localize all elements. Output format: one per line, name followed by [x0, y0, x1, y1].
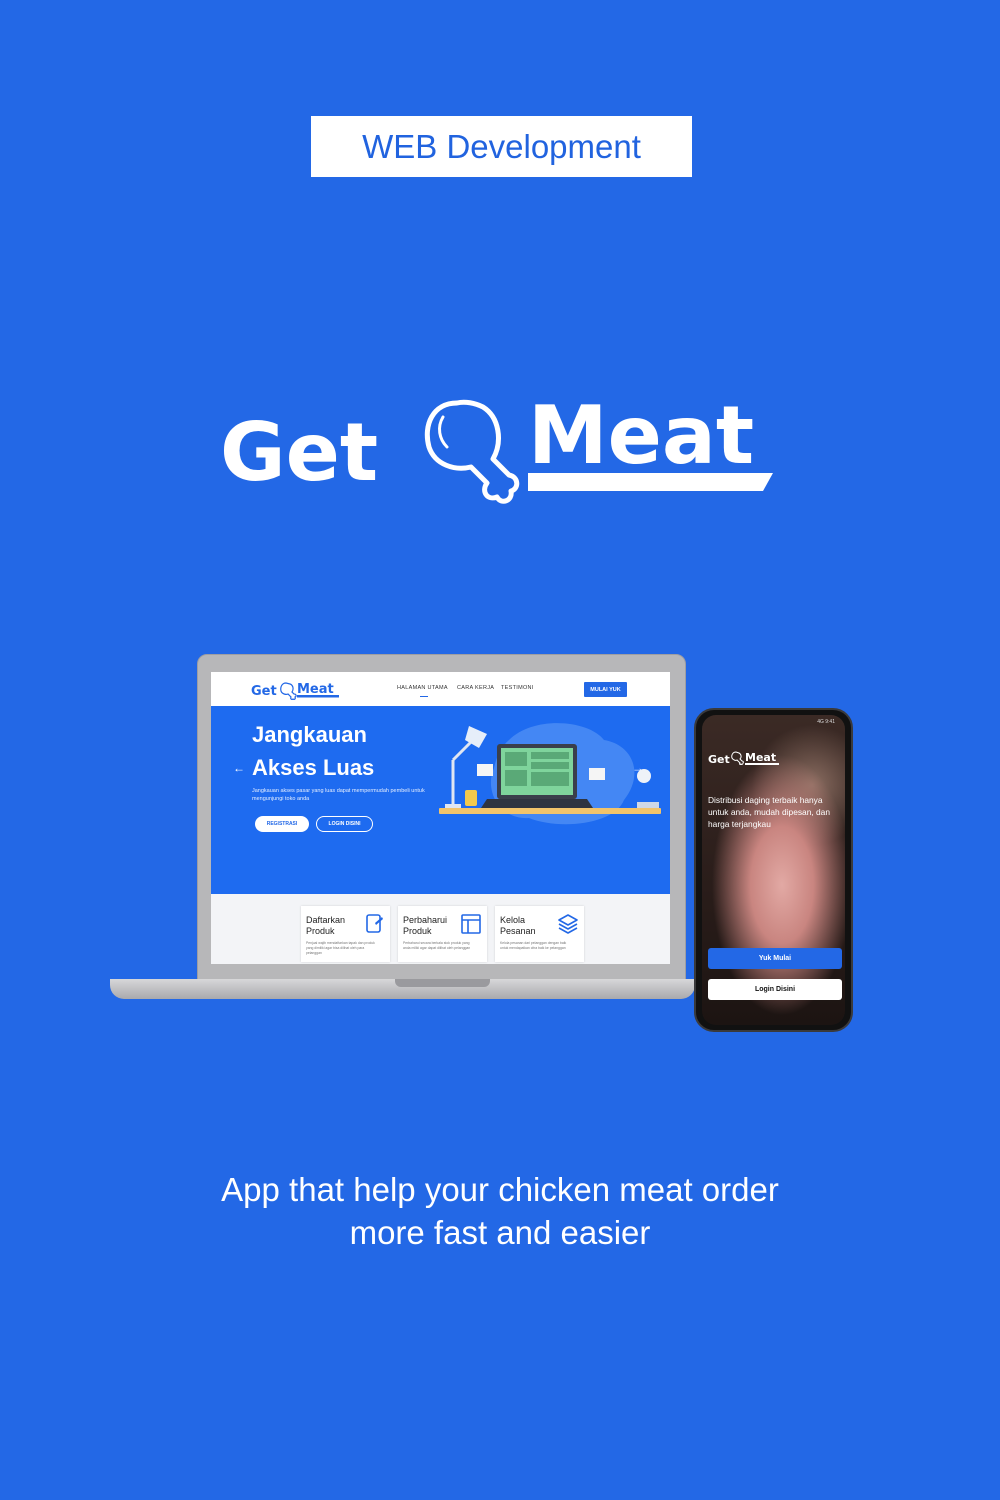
feature-text: Penjual wajib mendaftarkan tapak dan pro…	[306, 941, 375, 955]
feature-card: Perbaharui Produk Perbaharui secara berka…	[398, 906, 487, 962]
site-logo[interactable]: Get Meat	[251, 680, 341, 700]
feature-text: Kelola pesanan dari pelanggan dengan bai…	[500, 941, 567, 950]
svg-text:Get: Get	[708, 753, 730, 766]
app-logo: Get Meat	[708, 751, 779, 766]
hero-title: Jangkauan Akses Luas	[252, 722, 375, 780]
tagline: App that help your chicken meat order mo…	[221, 1171, 779, 1251]
getmeat-logo: Get Meat	[220, 389, 773, 504]
feature-title: Perbaharui Produk	[403, 915, 448, 936]
phone-status-bar: 4G 9:41	[817, 719, 835, 725]
laptop-notch	[395, 979, 490, 987]
nav-cara-kerja[interactable]: CARA KERJA	[457, 685, 494, 691]
layers-icon	[558, 914, 578, 934]
feature-text: Perbaharui secara berkala stok produk ya…	[403, 941, 471, 950]
feature-card: Kelola Pesanan Kelola pesanan dari pelang…	[495, 906, 584, 962]
svg-text:Meat: Meat	[297, 682, 334, 697]
nav-testimoni[interactable]: TESTIMONI	[501, 685, 534, 691]
hero-description: Jangkauan akses pasar yang luas dapat me…	[252, 788, 425, 802]
carousel-prev-icon[interactable]: ←	[233, 761, 245, 775]
category-tag: WEB Development	[311, 116, 692, 177]
registrasi-button[interactable]: REGISTRASI	[255, 816, 309, 832]
hero-section: Jangkauan Akses Luas ← → Jangkauan akses…	[211, 706, 670, 894]
mulai-yuk-button[interactable]: MULAI YUK	[584, 682, 627, 697]
laptop-screen: Get Meat HALAMAN UTAMA CARA KERJA TESTIM…	[211, 672, 670, 964]
drumstick-icon	[280, 682, 297, 700]
features-section: Daftarkan Produk Penjual wajib mendaftark…	[211, 894, 670, 964]
nav-active-indicator	[420, 696, 428, 697]
yuk-mulai-button[interactable]: Yuk Mulai	[708, 948, 842, 969]
logo-underline	[528, 473, 773, 491]
feature-title: Daftarkan Produk	[306, 915, 346, 936]
logo-get-text: Get	[220, 406, 378, 499]
phone-screen: 4G 9:41 Get Meat Distribusi daging terba…	[702, 715, 845, 1025]
document-icon	[366, 914, 383, 933]
login-disini-button[interactable]: LOGIN DISINI	[316, 816, 373, 832]
svg-text:Meat: Meat	[745, 751, 776, 764]
drumstick-icon	[424, 399, 520, 504]
svg-text:Get: Get	[251, 684, 277, 699]
logo-meat-text: Meat	[528, 389, 754, 482]
site-navbar: Get Meat HALAMAN UTAMA CARA KERJA TESTIM…	[211, 672, 670, 706]
layout-icon	[461, 914, 481, 934]
login-disini-button[interactable]: Login Disini	[708, 979, 842, 1000]
drumstick-icon	[731, 751, 744, 765]
workspace-illustration	[439, 723, 661, 825]
feature-card: Daftarkan Produk Penjual wajib mendaftark…	[301, 906, 390, 962]
nav-halaman-utama[interactable]: HALAMAN UTAMA	[397, 685, 448, 691]
app-intro-text: Distribusi daging terbaik hanya untuk an…	[708, 795, 830, 829]
feature-title: Kelola Pesanan	[500, 915, 536, 936]
